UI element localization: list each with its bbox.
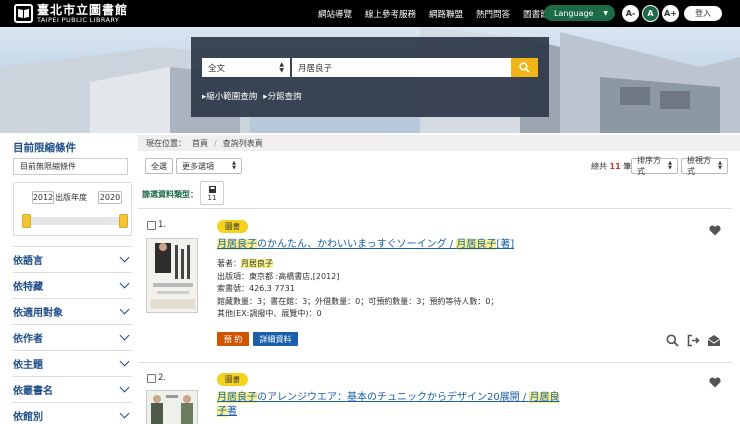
result-1-checkbox[interactable]: [147, 221, 156, 230]
result-1-call-number: 索書號：426.3 7731: [217, 284, 295, 293]
result-2-checkbox[interactable]: [147, 374, 156, 383]
result-1-type-badge: 圖書: [217, 220, 248, 233]
export-icon[interactable]: [687, 334, 700, 347]
year-slider-min-handle[interactable]: [22, 214, 31, 228]
font-decrease-button[interactable]: A-: [622, 5, 639, 22]
result-1-other-status: 其他(EX:調撥中、展覽中)：0: [217, 309, 322, 318]
book-icon: [208, 185, 216, 193]
book-type-count: 11: [207, 193, 217, 202]
result-1-publication: 出版項：東京都 :高橋書店,[2012]: [217, 271, 340, 281]
divider: [138, 362, 732, 363]
facet-special-collection[interactable]: 依特藏: [13, 272, 132, 298]
magnify-icon[interactable]: [666, 334, 679, 347]
sidebar-title: 目前限縮條件: [13, 142, 76, 154]
narrow-search-link[interactable]: ▸縮小範圍查詢: [202, 90, 257, 102]
book-type-filter-button[interactable]: 11: [200, 181, 224, 205]
chevron-down-icon: [119, 304, 130, 315]
result-1-index: 1.: [158, 220, 167, 230]
facet-series[interactable]: 依叢書名: [13, 376, 132, 402]
updown-icon: ▲ ▼: [279, 60, 284, 74]
search-field-value: 全文: [208, 63, 226, 74]
sidebar: 目前限縮條件 目前無限縮條件 2012 出版年度 2020 依語言 依特藏 依適…: [7, 137, 132, 423]
result-2-index: 2.: [158, 373, 167, 383]
sort-select[interactable]: 排序方式 ▲ ▼: [631, 156, 678, 176]
favorite-heart-icon[interactable]: [709, 377, 721, 388]
result-2-type-badge: 圖書: [217, 373, 248, 386]
breadcrumb-separator: /: [214, 138, 217, 148]
top-bar: 臺北市立圖書館 TAIPEI PUBLIC LIBRARY 網站導覽 線上參考服…: [0, 0, 740, 27]
view-select[interactable]: 檢視方式 ▲ ▼: [681, 156, 728, 176]
updown-icon: ▲ ▼: [668, 160, 672, 171]
result-1-reserve-button[interactable]: 預 約: [217, 332, 249, 346]
chevron-down-icon: [119, 252, 130, 263]
result-count: 總共 11 筆: [591, 162, 632, 171]
login-button[interactable]: 登入: [684, 6, 722, 21]
language-dropdown[interactable]: Language ▼: [544, 5, 615, 21]
nav-sitemap[interactable]: 網站導覽: [318, 8, 352, 20]
logo-chinese-name: 臺北市立圖書館: [37, 2, 129, 17]
search-button[interactable]: [511, 58, 538, 77]
favorite-heart-icon[interactable]: [709, 225, 721, 236]
search-input[interactable]: 月居良子: [292, 58, 511, 77]
chevron-down-icon: [119, 278, 130, 289]
language-label: Language: [554, 8, 594, 18]
updown-icon: ▲ ▼: [718, 160, 722, 171]
nav-online-reference[interactable]: 線上參考服務: [365, 8, 416, 20]
result-1-holdings: 館藏數量：3；書在館：3；外借數量：0；可預約數量：3；預約等待人數：0；: [217, 296, 499, 306]
search-icon: [519, 62, 530, 73]
search-panel: 全文 ▲ ▼ 月居良子 ▸縮小範圍查詢 ▸分館查詢: [191, 37, 549, 117]
hero-banner: 全文 ▲ ▼ 月居良子 ▸縮小範圍查詢 ▸分館查詢: [0, 27, 740, 133]
current-filter-box: 目前無限縮條件: [13, 158, 128, 175]
facet-author[interactable]: 依作者: [13, 324, 132, 350]
mail-icon[interactable]: [707, 334, 721, 347]
search-field-select[interactable]: 全文 ▲ ▼: [202, 58, 290, 77]
result-1-details-button[interactable]: 詳細資料: [253, 332, 298, 346]
result-1-author: 著者：月居良子: [217, 259, 273, 268]
divider: [138, 208, 732, 209]
filter-type-label: 篩選資料類型：: [142, 190, 198, 199]
chevron-down-icon: [119, 382, 130, 393]
top-nav: 網站導覽 線上參考服務 網路聯盟 熱門問答 圖書館首頁: [318, 0, 566, 27]
result-2-title-link[interactable]: 月居良子のアレンジウエア：基本のチュニックからデザイン20展開 / 月居良 子著: [217, 391, 587, 419]
breadcrumb-current: 查詢列表頁: [222, 138, 263, 148]
result-2-cover-image[interactable]: [146, 390, 198, 424]
result-1-metadata: 著者：月居良子 出版項：東京都 :高橋書店,[2012] 索書號：426.3 7…: [217, 258, 617, 321]
more-options-select[interactable]: 更多選項 ▲ ▼: [176, 158, 242, 174]
chevron-down-icon: [119, 408, 130, 419]
facet-branch[interactable]: 依館別: [13, 402, 132, 424]
year-from-input[interactable]: 2012: [32, 191, 54, 204]
branch-search-link[interactable]: ▸分館查詢: [263, 90, 301, 102]
breadcrumb: 現在位置： 首頁 / 查詢列表頁: [138, 135, 740, 151]
result-1-cover-image[interactable]: [146, 238, 198, 313]
year-range-filter: 2012 出版年度 2020: [13, 182, 132, 236]
chevron-down-icon: [119, 356, 130, 367]
updown-icon: ▲ ▼: [232, 160, 236, 171]
facet-subject[interactable]: 依主題: [13, 350, 132, 376]
caret-down-icon: ▼: [603, 9, 608, 17]
year-label: 出版年度: [55, 193, 87, 202]
nav-faq[interactable]: 熱門問答: [476, 8, 510, 20]
chevron-down-icon: [119, 330, 130, 341]
facet-language[interactable]: 依語言: [13, 246, 132, 272]
library-logo[interactable]: 臺北市立圖書館 TAIPEI PUBLIC LIBRARY: [14, 4, 128, 24]
breadcrumb-label: 現在位置：: [146, 138, 186, 148]
logo-english-name: TAIPEI PUBLIC LIBRARY: [37, 15, 120, 24]
facet-audience[interactable]: 依適用對象: [13, 298, 132, 324]
select-all-button[interactable]: 全選: [145, 158, 173, 174]
font-increase-button[interactable]: A+: [662, 5, 679, 22]
year-slider-max-handle[interactable]: [119, 214, 128, 228]
result-1-title-link[interactable]: 月居良子のかんたん、かわいいまっすぐソーイング / 月居良子[著]: [217, 238, 587, 252]
year-slider-track[interactable]: [23, 217, 127, 225]
nav-network-alliance[interactable]: 網路聯盟: [429, 8, 463, 20]
breadcrumb-home[interactable]: 首頁: [192, 138, 208, 149]
year-to-input[interactable]: 2020: [98, 191, 122, 204]
font-normal-button[interactable]: A: [642, 5, 659, 22]
library-logo-icon: [14, 4, 33, 23]
